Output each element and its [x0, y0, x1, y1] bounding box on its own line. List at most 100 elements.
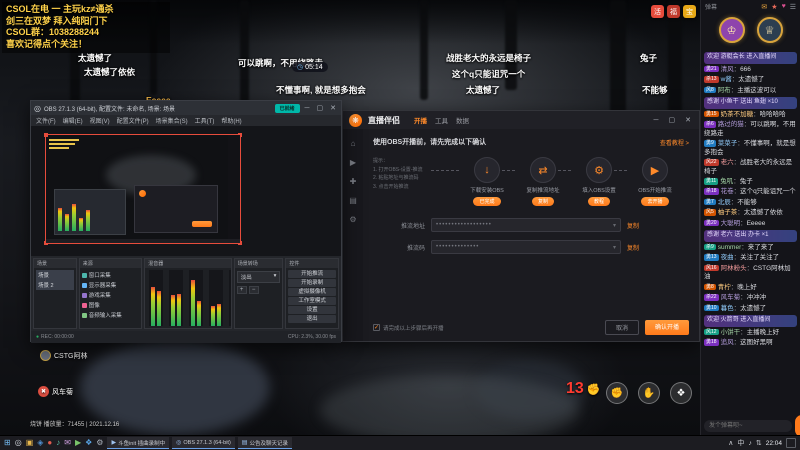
companion-tab[interactable]: 开播	[414, 115, 427, 125]
notification-center-button[interactable]	[786, 438, 796, 448]
chat-username[interactable]: summer	[718, 244, 748, 251]
audio-meter[interactable]	[169, 270, 184, 326]
chevron-down-icon[interactable]: ▾	[613, 244, 616, 251]
chat-message[interactable]: 杀9summer来了来了	[704, 244, 797, 252]
activity-icon[interactable]: 福	[667, 5, 680, 18]
obs-menu-item[interactable]: 文件(F)	[36, 116, 56, 125]
chat-username[interactable]: 菜菜子	[718, 140, 744, 147]
chat-username[interactable]: 小饼干	[721, 329, 747, 336]
chat-header-icon[interactable]: ★	[771, 3, 777, 11]
chat-message[interactable]: 勇15奶茶不加糖哈哈哈哈	[704, 111, 797, 119]
close-icon[interactable]: ✕	[328, 104, 338, 112]
chat-username[interactable]: 奶茶不加糖	[721, 111, 760, 118]
chat-username[interactable]: 花卷	[721, 188, 741, 195]
transition-add-button[interactable]: +	[236, 286, 247, 294]
chat-message[interactable]: 欢迎 游艇会长 进入直播间	[704, 52, 797, 64]
companion-titlebar[interactable]: ❋ 直播伴侣 开播 工具 数据 ─ ▢ ✕	[343, 111, 699, 129]
chat-message[interactable]: 勇13夜曲关注了关注了	[704, 254, 797, 262]
taskbar-window-button[interactable]: ▤ 公告及聊天记录	[237, 437, 292, 449]
taskbar-app-icon[interactable]: ⊞	[4, 439, 11, 447]
taskbar-app-icon[interactable]: ✉	[64, 439, 71, 447]
step-action-button[interactable]: 教程	[587, 197, 610, 206]
selection-handle[interactable]	[44, 133, 48, 137]
chat-username[interactable]: 阿布	[718, 87, 738, 94]
chat-message[interactable]: 杀6路过的猫可以跳啊，不用绕路走	[704, 121, 797, 138]
chat-username[interactable]: 大聪明	[721, 220, 747, 227]
obs-menu-item[interactable]: 场景集合(S)	[156, 116, 188, 125]
chat-username[interactable]: 兔叽	[720, 178, 740, 185]
step-action-button[interactable]: 已完成	[473, 197, 501, 206]
taskbar-clock[interactable]: 22:04	[766, 440, 782, 447]
copy-button[interactable]: 复制	[627, 221, 639, 230]
chat-message[interactable]: 勇18追风这图好黑啊	[704, 339, 797, 347]
chat-username[interactable]: 青柠	[718, 284, 738, 291]
chat-username[interactable]: 北辰	[718, 199, 738, 206]
source-list-item[interactable]: 显示器采集	[81, 280, 140, 290]
obs-menu-item[interactable]: 帮助(H)	[221, 116, 241, 125]
companion-tab[interactable]: 数据	[456, 115, 469, 125]
audio-meter[interactable]	[209, 270, 224, 326]
chat-username[interactable]: 夜曲	[721, 254, 741, 261]
chat-message[interactable]: 杀18花卷这个q只能诅咒一个	[704, 188, 797, 196]
activity-icon[interactable]: 宝	[683, 5, 696, 18]
copy-button[interactable]: 复制	[627, 243, 639, 252]
gift-action-button[interactable]: ✋	[638, 382, 660, 404]
tray-icon[interactable]: 中	[737, 438, 744, 448]
form-input[interactable]: •••••••••••••••••• ▾	[431, 218, 621, 232]
vip-avatar[interactable]: ♕	[756, 17, 783, 43]
chat-input[interactable]	[704, 419, 792, 432]
chat-message[interactable]: 风12小饼干主播晚上好	[704, 329, 797, 337]
tutorial-link[interactable]: 查看教程 >	[660, 138, 689, 147]
taskbar-app-icon[interactable]: ▶	[75, 439, 81, 447]
tray-icon[interactable]: ♪	[748, 440, 752, 447]
companion-tab[interactable]: 工具	[435, 115, 448, 125]
chat-message[interactable]: 风16阿林粉头CSTG阿林加油	[704, 265, 797, 282]
taskbar-window-button[interactable]: ▶ 斗鱼init 插曲录制中	[107, 437, 170, 449]
step-action-button[interactable]: 复制	[531, 197, 554, 206]
audio-meter[interactable]	[229, 270, 231, 326]
send-button[interactable]: 发送	[795, 414, 800, 437]
tray-icon[interactable]: ∧	[728, 439, 733, 447]
close-icon[interactable]: ✕	[683, 116, 693, 124]
activity-icon[interactable]: 活	[651, 5, 664, 18]
side-nav-icon[interactable]: ▤	[349, 196, 357, 205]
obs-control-button[interactable]: 退出	[288, 315, 336, 323]
taskbar-app-icon[interactable]: ◎	[15, 439, 22, 447]
source-list-item[interactable]: 游戏采集	[81, 290, 140, 300]
chat-message[interactable]: 勇7北辰不能够	[704, 199, 797, 207]
step-action-button[interactable]: 去开播	[641, 197, 669, 206]
chat-username[interactable]: 阿林粉头	[721, 265, 754, 272]
side-nav-icon[interactable]: ⌂	[351, 139, 356, 148]
audio-meter[interactable]	[189, 270, 204, 326]
side-nav-icon[interactable]: ▶	[350, 158, 356, 167]
obs-preview-area[interactable]	[31, 126, 341, 256]
chat-message[interactable]: 杀13w酱太遗憾了	[704, 76, 797, 84]
obs-control-button[interactable]: 虚拟摄像机	[288, 288, 336, 296]
chat-message[interactable]: 勇8青柠晚上好	[704, 284, 797, 292]
chat-message[interactable]: 勇21清风666	[704, 66, 797, 74]
chat-username[interactable]: 路过的猫	[718, 121, 751, 128]
chat-header-icon[interactable]: ♥	[782, 3, 786, 11]
side-nav-icon[interactable]: ⚙	[349, 215, 356, 224]
chat-message[interactable]: 杀22风车菊冲冲冲	[704, 294, 797, 302]
chat-message[interactable]: 感谢 小鱼干 送出 鱼翅 ×10	[704, 97, 797, 109]
chat-message[interactable]: 风22老六战胜老大的永远是椅子	[704, 159, 797, 176]
chat-username[interactable]: 暮色	[721, 305, 741, 312]
gift-action-button[interactable]: ❖	[670, 382, 692, 404]
obs-menu-item[interactable]: 视图(V)	[90, 116, 110, 125]
obs-control-button[interactable]: 开始推流	[288, 270, 336, 278]
chat-username[interactable]: 风车菊	[721, 294, 747, 301]
obs-menu-item[interactable]: 编辑(E)	[63, 116, 83, 125]
chat-username[interactable]: 清风	[721, 66, 741, 73]
audio-meter[interactable]	[149, 270, 164, 326]
obs-control-button[interactable]: 开始录制	[288, 279, 336, 287]
checkbox[interactable]: ✓	[373, 324, 380, 331]
chat-message[interactable]: 感谢 老六 送出 办卡 ×1	[704, 230, 797, 242]
chat-message-list[interactable]: 欢迎 游艇会长 进入直播间 勇21清风666 杀13w酱太遗憾了 风8阿布主播这…	[701, 49, 800, 419]
chat-username[interactable]: 柚子茶	[718, 209, 744, 216]
source-list-item[interactable]: 图像	[81, 300, 140, 310]
chat-message[interactable]: 勇9菜菜子不懂事啊，就是想多抱会	[704, 140, 797, 157]
chat-message[interactable]: 勇20大聪明Eeeee	[704, 220, 797, 228]
scene-list-item[interactable]: 场景 2	[36, 280, 74, 290]
obs-preview-canvas[interactable]	[44, 133, 242, 245]
